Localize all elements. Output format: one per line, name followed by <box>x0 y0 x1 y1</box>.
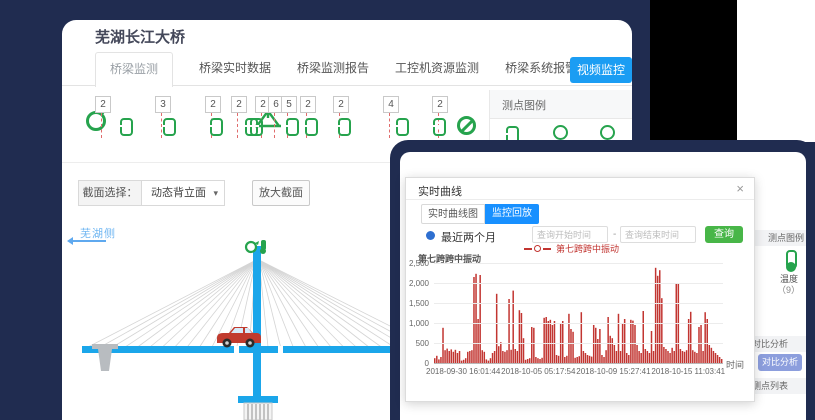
chart-bars <box>434 263 723 363</box>
gridline <box>434 303 723 304</box>
tab-item-0[interactable]: 桥梁实时数据 <box>199 52 271 84</box>
gridline <box>434 343 723 344</box>
sensor-count-badge: 3 <box>155 96 171 113</box>
tab-bridge-monitor[interactable]: 桥梁监测 <box>95 52 173 87</box>
y-tick-label: 1,500 <box>399 299 429 308</box>
tab-item-1[interactable]: 桥梁监测报告 <box>297 52 369 84</box>
tab-list: 桥梁监测 桥梁实时数据桥梁监测报告工控机资源监测桥梁系统报警 <box>95 52 577 87</box>
sensor-count-badge: 4 <box>383 96 399 113</box>
temperature-count: （9） <box>777 283 800 296</box>
sensor-drop-line <box>161 113 162 138</box>
link-sensor-icon[interactable] <box>433 118 446 136</box>
y-tick-label: 1,000 <box>399 319 429 328</box>
y-tick-label: 0 <box>399 359 429 368</box>
legend-circle-icon <box>553 125 568 140</box>
query-start-time-input[interactable] <box>532 226 608 243</box>
sensor-drop-line <box>389 113 390 138</box>
gridline <box>434 283 723 284</box>
tower-base-column <box>244 403 272 420</box>
no-entry-sensor-icon[interactable] <box>457 116 476 135</box>
sensor-count-badge: 5 <box>281 96 297 113</box>
link-sensor-icon[interactable] <box>286 118 299 136</box>
section-select-value: 动态背立面 <box>151 187 206 199</box>
range-separator: - <box>613 229 616 240</box>
link-sensor-icon[interactable] <box>210 118 223 136</box>
legend-panel-title: 测点图例 <box>502 97 546 113</box>
gridline <box>434 263 723 264</box>
sensor-count-badge: 2 <box>432 96 448 113</box>
section-select-label: 截面选择： <box>78 180 142 206</box>
realtime-curve-dialog: 实时曲线 × 实时曲线图 监控回放 最近两个月 - 查询 第七跨跨中振动 第七跨… <box>405 177 755 402</box>
bridge-tower <box>253 246 261 396</box>
gridline <box>434 323 723 324</box>
link-sensor-icon[interactable] <box>305 118 318 136</box>
sensor-count-badge: 2 <box>300 96 316 113</box>
legend-line-icon <box>524 248 532 250</box>
section-select-dropdown[interactable]: 动态背立面 ▾ <box>141 180 225 206</box>
sensor-count-badge: 2 <box>205 96 221 113</box>
sensor-drop-line <box>237 113 238 138</box>
legend-marker-icon <box>534 245 541 252</box>
link-sensor-icon[interactable] <box>163 118 176 136</box>
x-tick-label: 2018-10-15 11:03:41 <box>651 367 731 376</box>
chart-plot-area <box>434 263 723 364</box>
query-button[interactable]: 查询 <box>705 226 743 243</box>
sensor-drop-line <box>101 113 102 138</box>
video-monitor-button[interactable]: 视频监控 <box>570 57 632 83</box>
link-sensor-icon[interactable] <box>120 118 133 136</box>
link-sensor-icon[interactable] <box>396 118 409 136</box>
link-sensor-icon[interactable] <box>338 118 351 136</box>
chevron-down-icon: ▾ <box>213 181 218 205</box>
speedometer-sensor-icon[interactable] <box>86 111 106 131</box>
sensor-count-badge: 2 <box>231 96 247 113</box>
chart-legend[interactable]: 第七跨跨中振动 <box>524 242 619 255</box>
tab-monitor-playback[interactable]: 监控回放 <box>485 204 539 224</box>
x-tick-label: 2018-10-05 05:17:54 <box>501 367 581 376</box>
query-end-time-input[interactable] <box>620 226 696 243</box>
y-tick-label: 500 <box>399 339 429 348</box>
zoom-section-button[interactable]: 放大截面 <box>252 180 310 206</box>
y-tick-label: 2,500 <box>399 259 429 268</box>
recent-two-months-radio[interactable] <box>426 231 435 240</box>
tab-item-2[interactable]: 工控机资源监测 <box>395 52 479 84</box>
dialog-title: 实时曲线 <box>418 183 462 199</box>
bridge-left-pier <box>92 344 118 371</box>
legend-line-icon <box>543 248 551 250</box>
compare-analysis-button[interactable]: 对比分析 <box>758 354 802 371</box>
bridge-side-label: 芜湖侧 <box>80 225 116 241</box>
thermometer-icon[interactable] <box>786 250 797 269</box>
dialog-header: 实时曲线 × <box>406 178 754 200</box>
link-sensor-icon[interactable] <box>250 118 263 136</box>
x-tick-label: 2018-09-30 16:01:44 <box>426 367 506 376</box>
sensor-count-badge: 2 <box>95 96 111 113</box>
x-tick-label: 2018-10-09 15:27:41 <box>576 367 656 376</box>
radio-label: 最近两个月 <box>441 229 496 245</box>
tab-item-3[interactable]: 桥梁系统报警 <box>505 52 577 84</box>
tab-realtime-curve[interactable]: 实时曲线图 <box>421 204 485 224</box>
sensor-drop-line <box>274 113 275 138</box>
legend-circle-icon <box>600 125 615 140</box>
sensor-count-badge: 2 <box>333 96 349 113</box>
legend-series-label: 第七跨跨中振动 <box>556 242 619 255</box>
legend-panel-header: 测点图例 <box>490 90 632 119</box>
close-icon[interactable]: × <box>736 181 744 196</box>
y-tick-label: 2,000 <box>399 279 429 288</box>
